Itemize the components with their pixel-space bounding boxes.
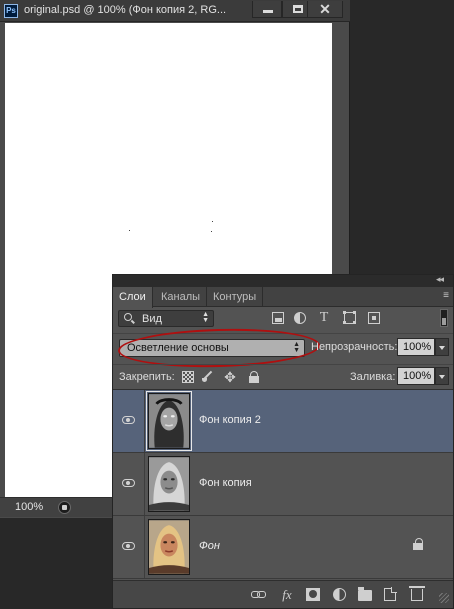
layer-row[interactable]: Фон	[113, 516, 453, 579]
adjustment-layer-filter-icon[interactable]	[294, 312, 306, 324]
filter-toggle-switch[interactable]	[440, 309, 448, 327]
grayscale-portrait-thumbnail	[149, 457, 189, 511]
panel-header-strip[interactable]: ◂◂	[113, 274, 453, 287]
opacity-label: Непрозрачность:	[311, 341, 398, 353]
layer-thumbnail[interactable]	[148, 519, 190, 575]
panel-tabs: Слои Каналы Контуры ≡	[113, 287, 453, 308]
layer-thumbnail[interactable]	[146, 391, 192, 451]
filter-kind-label: Вид	[142, 313, 162, 325]
lock-position-icon[interactable]: ✥	[224, 370, 236, 384]
inverted-portrait-thumbnail	[149, 394, 189, 448]
new-group-folder-icon[interactable]	[358, 587, 372, 601]
link-layers-icon[interactable]	[251, 588, 266, 601]
close-button[interactable]: ✕	[307, 1, 343, 18]
layer-row[interactable]: Фон копия	[113, 453, 453, 516]
opacity-dropdown-button[interactable]	[435, 338, 449, 356]
close-icon: ✕	[319, 1, 331, 17]
chevron-updown-icon: ▲ ▼	[202, 311, 209, 324]
smart-object-filter-icon[interactable]	[368, 312, 380, 324]
visibility-toggle[interactable]	[113, 453, 145, 515]
eye-icon	[122, 479, 135, 487]
zoom-level[interactable]: 100%	[15, 501, 43, 513]
document-info-icon[interactable]	[58, 501, 71, 514]
eye-icon	[122, 542, 135, 550]
color-portrait-thumbnail	[149, 520, 189, 574]
lock-transparent-pixels-icon[interactable]	[182, 371, 194, 383]
tab-channels[interactable]: Каналы	[155, 287, 208, 307]
fill-dropdown-button[interactable]	[435, 367, 449, 385]
trash-icon[interactable]	[409, 586, 425, 601]
minimize-button[interactable]	[252, 1, 282, 18]
pixel-layer-filter-icon[interactable]	[272, 312, 284, 324]
document-title: original.psd @ 100% (Фон копия 2, RG...	[24, 4, 227, 16]
eye-icon	[122, 416, 135, 424]
visibility-toggle[interactable]	[113, 390, 145, 452]
add-mask-icon[interactable]	[306, 588, 320, 601]
lock-image-pixels-icon[interactable]	[202, 371, 214, 383]
shape-layer-filter-icon[interactable]	[343, 311, 356, 324]
layers-bottom-toolbar: fx	[113, 580, 453, 608]
collapse-panel-icon[interactable]: ◂◂	[436, 274, 444, 285]
document-titlebar[interactable]: Ps original.psd @ 100% (Фон копия 2, RG.…	[0, 0, 350, 22]
maximize-icon	[293, 5, 303, 13]
layer-name[interactable]: Фон	[199, 540, 220, 552]
canvas-speck	[211, 231, 212, 232]
visibility-toggle[interactable]	[113, 516, 145, 578]
photoshop-icon: Ps	[4, 4, 18, 18]
tab-paths[interactable]: Контуры	[207, 287, 264, 307]
canvas-speck	[212, 221, 213, 222]
layer-thumbnail[interactable]	[148, 456, 190, 512]
search-icon	[124, 313, 132, 321]
lock-all-icon[interactable]	[248, 371, 260, 383]
opacity-input[interactable]: 100%	[397, 338, 435, 356]
layer-style-fx-icon[interactable]: fx	[279, 588, 295, 601]
panel-menu-icon[interactable]: ≡	[443, 290, 449, 301]
blend-mode-select[interactable]: Осветление основы ▲ ▼	[117, 326, 321, 370]
new-layer-icon[interactable]	[384, 587, 397, 601]
resize-grip-icon[interactable]	[439, 593, 449, 603]
layer-name[interactable]: Фон копия	[199, 477, 252, 489]
layers-panel: ◂◂ Слои Каналы Контуры ≡ Вид ▲ ▼ T Осветл…	[112, 274, 454, 609]
layer-name[interactable]: Фон копия 2	[199, 414, 261, 426]
type-layer-filter-icon[interactable]: T	[318, 311, 330, 325]
divider	[113, 364, 453, 365]
layers-list: Фон копия 2 Фон копия Фон	[113, 390, 453, 580]
lock-label: Закрепить:	[119, 371, 175, 383]
fill-label: Заливка:	[350, 371, 396, 383]
fill-input[interactable]: 100%	[397, 367, 435, 385]
minimize-icon	[263, 10, 273, 13]
layer-filter-select[interactable]: Вид ▲ ▼	[118, 310, 214, 327]
new-adjustment-layer-icon[interactable]	[333, 588, 346, 601]
layer-row[interactable]: Фон копия 2	[113, 390, 453, 453]
layer-locked-icon	[413, 538, 423, 552]
canvas-speck	[129, 230, 130, 231]
tab-layers[interactable]: Слои	[113, 287, 153, 308]
